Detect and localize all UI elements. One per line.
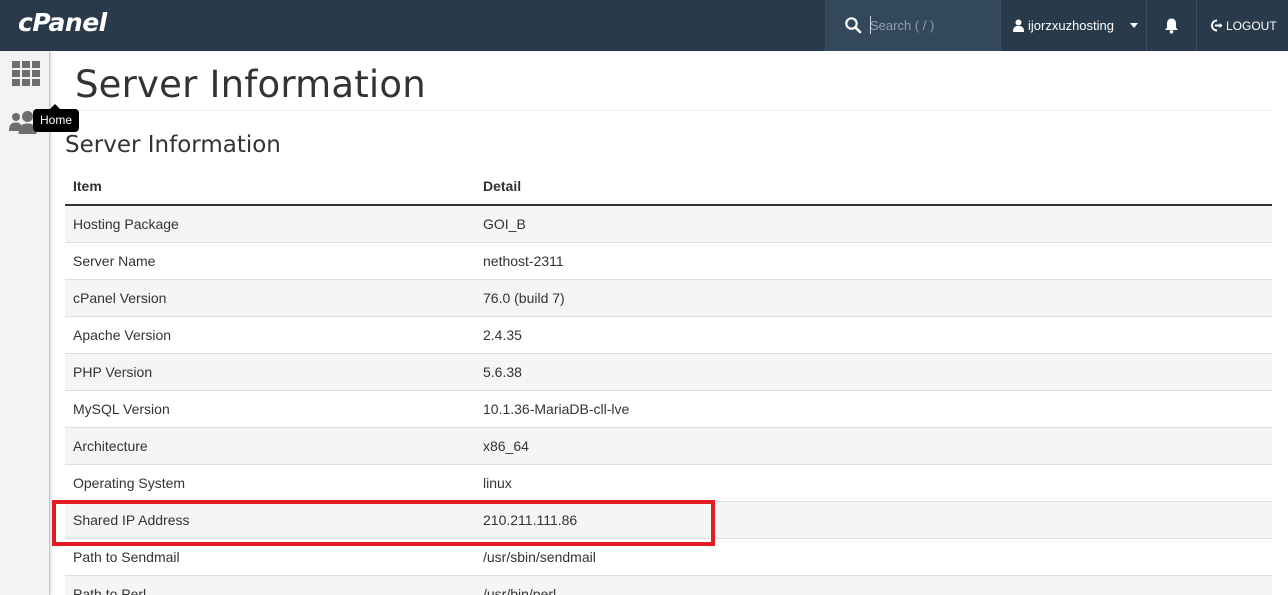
bell-icon xyxy=(1165,18,1178,34)
grid-icon[interactable] xyxy=(12,61,42,87)
notifications-button[interactable] xyxy=(1146,0,1196,51)
main-content: Server Information Server Information It… xyxy=(50,51,1288,595)
row-detail: 210.211.111.86 xyxy=(475,500,1272,538)
table-row: Operating System linux xyxy=(65,463,1272,501)
row-item: Shared IP Address xyxy=(65,500,475,538)
table-row: PHP Version 5.6.38 xyxy=(65,352,1272,390)
server-info-table: Item Detail Hosting Package GOI_B Server… xyxy=(65,167,1272,595)
table-row: Apache Version 2.4.35 xyxy=(65,315,1272,353)
table-row: Path to Perl /usr/bin/perl xyxy=(65,574,1272,595)
caret-down-icon xyxy=(1130,23,1138,28)
left-sidebar: Home xyxy=(0,51,80,595)
table-row: Architecture x86_64 xyxy=(65,426,1272,464)
row-item: MySQL Version xyxy=(65,389,475,427)
table-row: Path to Sendmail /usr/sbin/sendmail xyxy=(65,537,1272,575)
search-box[interactable] xyxy=(825,0,1000,51)
cpanel-logo[interactable]: cPanel xyxy=(18,8,107,37)
row-detail: /usr/sbin/sendmail xyxy=(475,537,1272,575)
row-detail: x86_64 xyxy=(475,426,1272,464)
header-detail: Detail xyxy=(475,167,1272,206)
table-row: cPanel Version 76.0 (build 7) xyxy=(65,278,1272,316)
table-row: Shared IP Address 210.211.111.86 xyxy=(65,500,1272,538)
row-item: Path to Perl xyxy=(65,574,475,595)
search-icon xyxy=(845,17,862,34)
row-item: Operating System xyxy=(65,463,475,501)
user-menu[interactable]: ijorzxuzhosting xyxy=(1000,0,1146,51)
row-item: Hosting Package xyxy=(65,204,475,242)
row-item: Apache Version xyxy=(65,315,475,353)
row-item: cPanel Version xyxy=(65,278,475,316)
header-item: Item xyxy=(65,167,475,206)
row-item: PHP Version xyxy=(65,352,475,390)
row-item: Server Name xyxy=(65,241,475,279)
row-detail: 10.1.36-MariaDB-cll-lve xyxy=(475,389,1272,427)
username-label: ijorzxuzhosting xyxy=(1028,18,1114,33)
page-title: Server Information xyxy=(75,63,426,106)
table-header-row: Item Detail xyxy=(65,167,1272,206)
row-detail: linux xyxy=(475,463,1272,501)
logout-label: LOGOUT xyxy=(1226,18,1277,33)
row-item: Path to Sendmail xyxy=(65,537,475,575)
row-detail: nethost-2311 xyxy=(475,241,1272,279)
logout-icon xyxy=(1211,19,1223,32)
user-icon xyxy=(1013,19,1024,32)
row-detail: /usr/bin/perl xyxy=(475,574,1272,595)
text-cursor xyxy=(870,16,871,34)
title-divider xyxy=(65,110,1272,111)
search-input[interactable] xyxy=(870,13,990,37)
row-detail: 2.4.35 xyxy=(475,315,1272,353)
top-bar: cPanel ijorzxuzhosting LOGOUT xyxy=(0,0,1288,51)
section-title: Server Information xyxy=(65,132,281,158)
table-row: Hosting Package GOI_B xyxy=(65,204,1272,242)
row-item: Architecture xyxy=(65,426,475,464)
table-row: MySQL Version 10.1.36-MariaDB-cll-lve xyxy=(65,389,1272,427)
row-detail: GOI_B xyxy=(475,204,1272,242)
home-tooltip: Home xyxy=(33,104,80,132)
table-row: Server Name nethost-2311 xyxy=(65,241,1272,279)
row-detail: 76.0 (build 7) xyxy=(475,278,1272,316)
row-detail: 5.6.38 xyxy=(475,352,1272,390)
logout-button[interactable]: LOGOUT xyxy=(1196,0,1288,51)
